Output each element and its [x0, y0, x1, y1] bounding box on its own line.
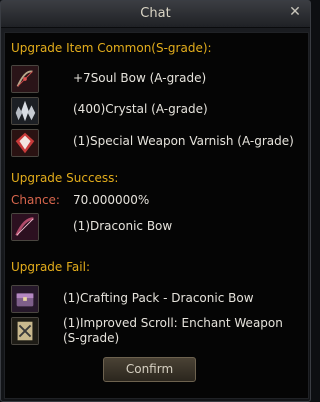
upgrade-fail-heading: Upgrade Fail:: [11, 260, 90, 274]
item-label: (1)Special Weapon Varnish (A-grade): [73, 134, 294, 148]
chat-window: Chat ✕ Upgrade Item Common(S-grade): +7S…: [0, 0, 311, 402]
upgrade-item-heading: Upgrade Item Common(S-grade):: [11, 41, 212, 55]
weapon-varnish-icon: [11, 129, 39, 157]
confirm-button[interactable]: Confirm: [103, 357, 196, 382]
soul-bow-icon: [11, 65, 39, 93]
enchant-scroll-icon: [11, 317, 39, 345]
fail-item-label: (1)Improved Scroll: Enchant Weapon (S-gr…: [63, 316, 283, 345]
title-bar[interactable]: Chat ✕: [1, 1, 310, 28]
chance-label: Chance:: [11, 193, 60, 207]
result-label: (1)Draconic Bow: [73, 219, 173, 233]
item-label: (400)Crystal (A-grade): [73, 102, 208, 116]
upgrade-info-panel: Upgrade Item Common(S-grade): +7Soul Bow…: [4, 32, 309, 399]
item-label: +7Soul Bow (A-grade): [73, 71, 207, 85]
fail-item-label: (1)Crafting Pack - Draconic Bow: [63, 291, 254, 305]
window-title: Chat: [140, 6, 171, 21]
crystal-icon: [11, 97, 39, 125]
close-icon[interactable]: ✕: [288, 4, 302, 20]
chance-value: 70.000000%: [73, 193, 150, 207]
upgrade-success-heading: Upgrade Success:: [11, 171, 119, 185]
draconic-bow-icon: [11, 213, 39, 241]
crafting-pack-icon: [11, 285, 39, 313]
